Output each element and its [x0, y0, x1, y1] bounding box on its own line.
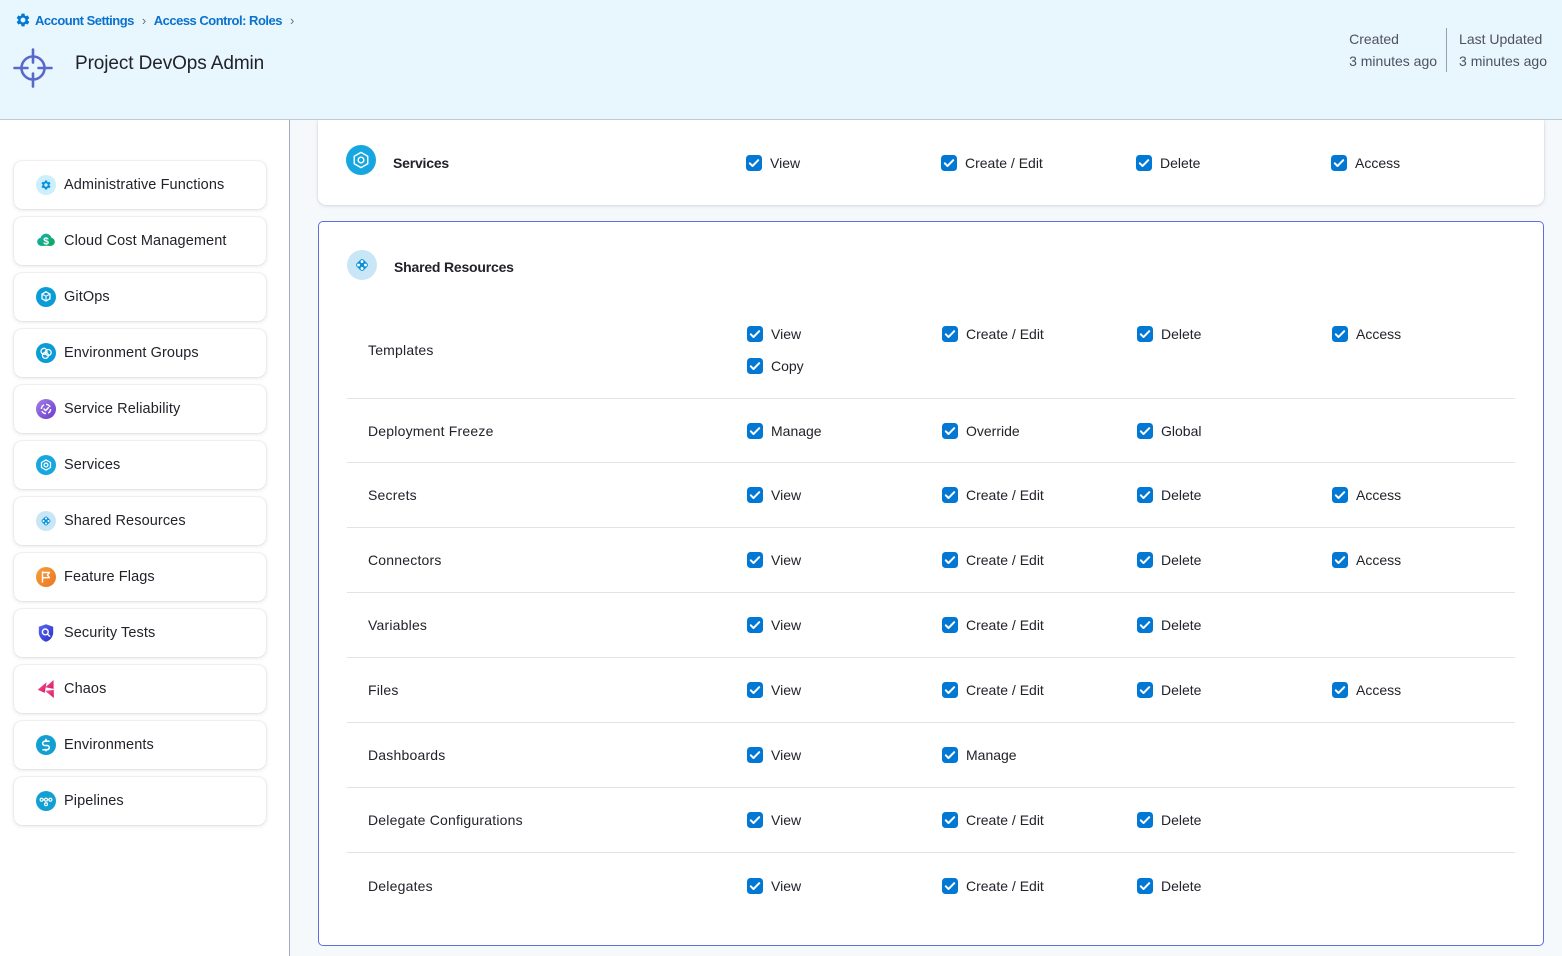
svg-text:$: $ — [43, 236, 49, 248]
